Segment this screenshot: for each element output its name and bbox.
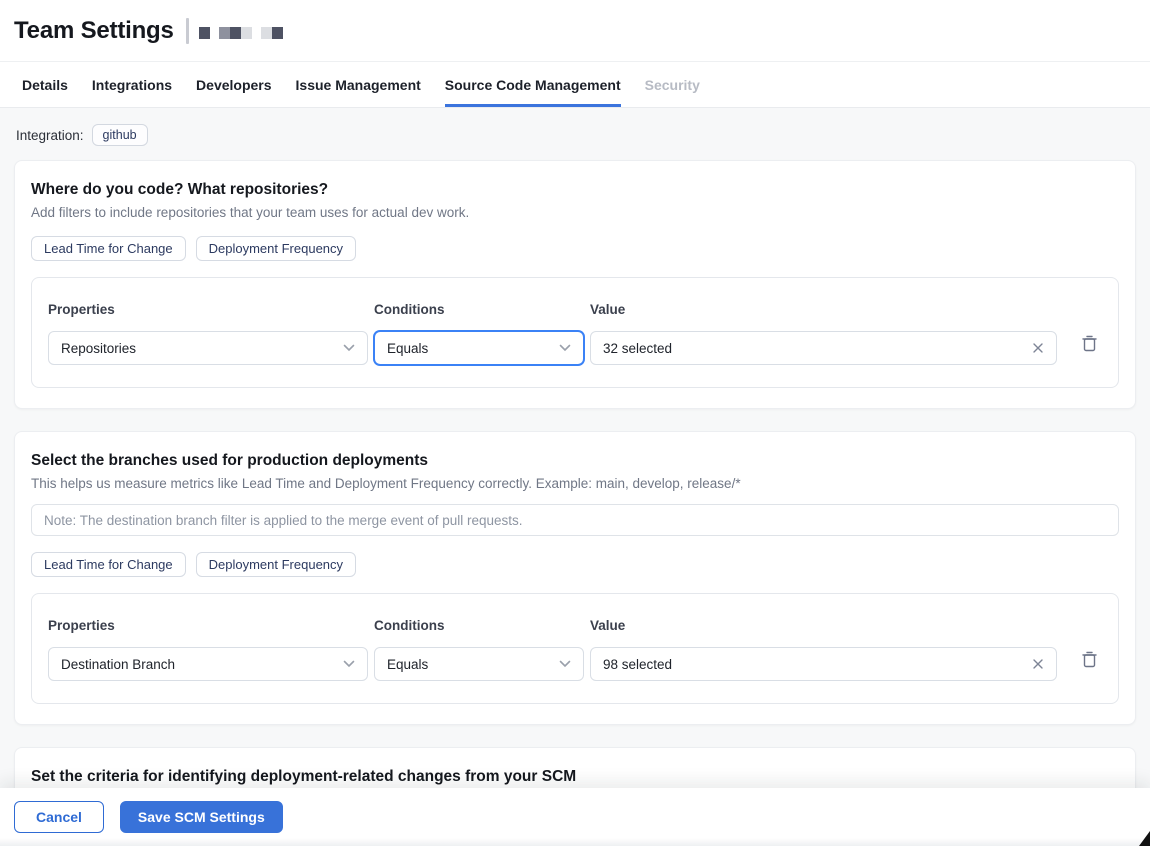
tab-developers[interactable]: Developers	[196, 62, 271, 107]
page-header: Team Settings	[0, 0, 1150, 62]
tab-bar: Details Integrations Developers Issue Ma…	[0, 62, 1150, 108]
conditions-label: Conditions	[374, 618, 445, 633]
conditions-select[interactable]: Equals	[374, 331, 584, 365]
trash-icon	[1081, 650, 1098, 672]
value-label: Value	[590, 302, 626, 317]
conditions-select-value: Equals	[387, 656, 429, 672]
deployment-frequency-badge: Deployment Frequency	[195, 236, 357, 261]
redacted-title-text	[198, 26, 283, 39]
properties-label: Properties	[48, 618, 115, 633]
page-title: Team Settings	[14, 16, 174, 44]
properties-select-value: Destination Branch	[61, 656, 176, 672]
delete-filter-button[interactable]	[1077, 328, 1102, 362]
deployment-frequency-badge: Deployment Frequency	[195, 552, 357, 577]
properties-select-value: Repositories	[61, 340, 137, 356]
title-separator	[185, 17, 189, 44]
tab-details[interactable]: Details	[22, 62, 68, 107]
delete-filter-button[interactable]	[1077, 644, 1102, 678]
repositories-card: Where do you code? What repositories? Ad…	[14, 160, 1136, 409]
value-input-text: 32 selected	[603, 340, 673, 356]
integration-label: Integration:	[16, 127, 84, 143]
conditions-label: Conditions	[374, 302, 445, 317]
card-title: Set the criteria for identifying deploym…	[31, 768, 577, 785]
save-scm-settings-button[interactable]: Save SCM Settings	[119, 801, 283, 833]
metric-badges: Lead Time for Change Deployment Frequenc…	[31, 552, 1119, 577]
card-title: Where do you code? What repositories?	[31, 181, 329, 198]
note-input[interactable]	[31, 504, 1119, 536]
value-input[interactable]: 98 selected	[590, 647, 1057, 681]
clear-icon[interactable]	[1032, 658, 1044, 670]
branch-filter-box: Properties Destination Branch Conditions…	[31, 593, 1119, 704]
value-input-text: 98 selected	[603, 656, 673, 672]
chevron-down-icon	[559, 660, 571, 668]
integration-chip: github	[91, 124, 148, 146]
tab-integrations[interactable]: Integrations	[92, 62, 172, 107]
conditions-select[interactable]: Equals	[374, 647, 584, 681]
value-input[interactable]: 32 selected	[590, 331, 1057, 365]
tab-source-code-management[interactable]: Source Code Management	[444, 62, 621, 107]
card-subtitle: This helps us measure metrics like Lead …	[31, 476, 741, 491]
conditions-select-value: Equals	[387, 340, 429, 356]
value-label: Value	[590, 618, 626, 633]
repository-filter-box: Properties Repositories Conditions Equal…	[31, 277, 1119, 388]
tab-security: Security	[644, 76, 700, 93]
lead-time-badge: Lead Time for Change	[31, 236, 186, 261]
properties-label: Properties	[48, 302, 115, 317]
footer-actions: Cancel Save SCM Settings	[0, 788, 1150, 846]
lead-time-badge: Lead Time for Change	[31, 552, 186, 577]
tab-issue-management[interactable]: Issue Management	[296, 62, 421, 107]
chevron-down-icon	[343, 660, 355, 668]
cancel-button[interactable]: Cancel	[14, 801, 104, 833]
branches-card: Select the branches used for production …	[14, 431, 1136, 725]
trash-icon	[1081, 334, 1098, 356]
chevron-down-icon	[559, 344, 571, 352]
card-title: Select the branches used for production …	[31, 452, 429, 469]
metric-badges: Lead Time for Change Deployment Frequenc…	[31, 236, 1119, 261]
clear-icon[interactable]	[1032, 342, 1044, 354]
integration-row: Integration: github	[14, 108, 1136, 160]
properties-select[interactable]: Repositories	[48, 331, 368, 365]
chevron-down-icon	[343, 344, 355, 352]
card-subtitle: Add filters to include repositories that…	[31, 205, 470, 220]
scm-settings-content: Integration: github Where do you code? W…	[0, 108, 1150, 828]
properties-select[interactable]: Destination Branch	[48, 647, 368, 681]
